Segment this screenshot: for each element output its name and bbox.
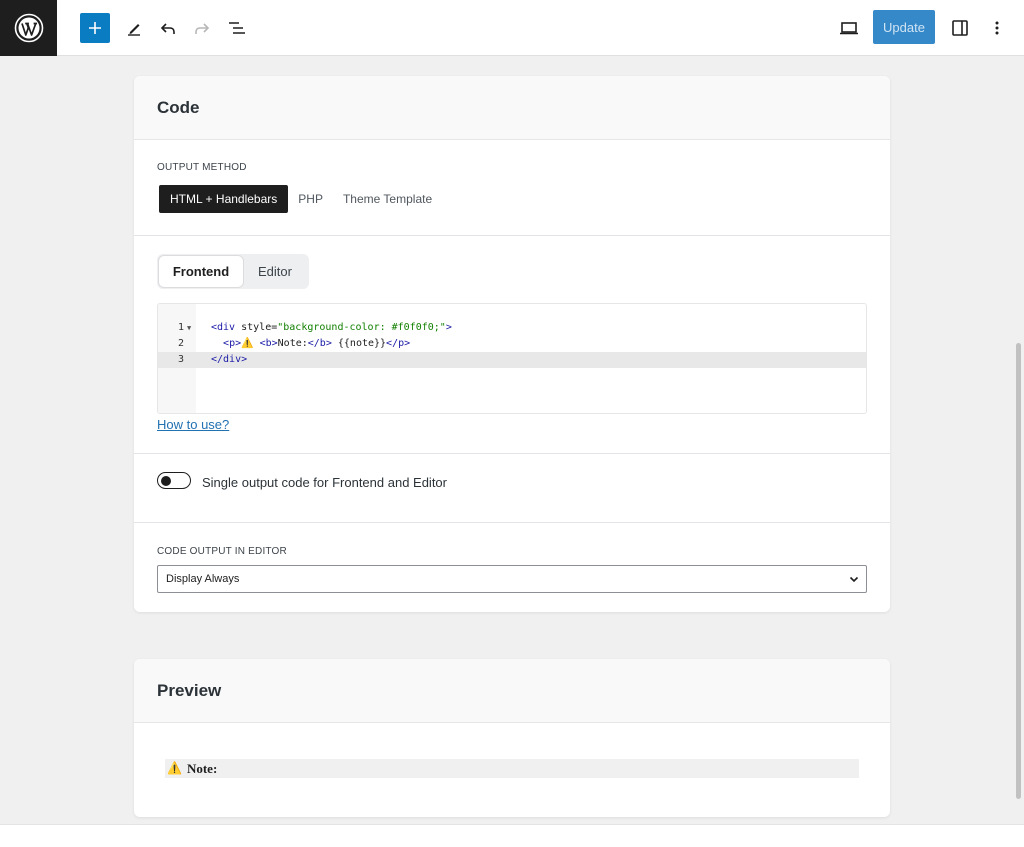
note-label: Note: [186, 760, 218, 776]
code-editor[interactable]: 1 ▼ <div style="background-color: #f0f0f0;… [157, 303, 867, 414]
toggle-knob [161, 475, 171, 486]
single-output-toggle[interactable] [157, 472, 191, 489]
output-method-label: OUTPUT METHOD [157, 162, 247, 173]
redo-button[interactable] [187, 13, 217, 43]
code-line: 2 <p>⚠️ <b>Note:</b> {{note}}</p> [158, 336, 866, 352]
scrollbar[interactable] [1016, 343, 1021, 799]
output-method-php[interactable]: PHP [288, 185, 333, 213]
redo-icon [195, 23, 210, 34]
preview-output: ⚠️ Note: [165, 759, 859, 778]
update-button[interactable]: Update [873, 10, 935, 44]
plus-icon [89, 22, 101, 34]
code-output-value: Display Always [166, 573, 240, 585]
pencil-icon [128, 24, 140, 36]
how-to-use-link[interactable]: How to use? [157, 417, 229, 432]
chevron-down-icon [849, 576, 859, 583]
add-block-button[interactable] [80, 13, 110, 43]
single-output-label: Single output code for Frontend and Edit… [202, 475, 447, 490]
output-method-html-handlebars[interactable]: HTML + Handlebars [159, 185, 289, 213]
sidebar-panel-icon [952, 20, 968, 36]
code-card-title: Code [134, 76, 890, 140]
code-line: 1 ▼ <div style="background-color: #f0f0f0;… [158, 320, 866, 336]
divider [134, 235, 890, 236]
fold-arrow-icon[interactable]: ▼ [187, 320, 191, 336]
view-tabs: Frontend Editor [157, 254, 309, 289]
wordpress-logo-icon[interactable] [0, 0, 57, 56]
code-output-label: CODE OUTPUT IN EDITOR [157, 546, 287, 557]
preview-card: Preview ⚠️ Note: [134, 659, 890, 817]
settings-button[interactable] [945, 13, 975, 43]
line-number: 2 [177, 338, 184, 349]
output-method-tabs: HTML + Handlebars PHP Theme Template [159, 185, 442, 213]
undo-icon [160, 23, 175, 34]
code-text: </div> [211, 354, 248, 365]
code-text: <p>⚠️ <b>Note:</b> {{note}}</p> [223, 338, 411, 349]
code-card: Code OUTPUT METHOD HTML + Handlebars PHP… [134, 76, 890, 612]
editor-toolbar: Update [0, 0, 1024, 56]
divider [134, 522, 890, 523]
preview-card-title: Preview [134, 659, 890, 723]
options-button[interactable] [982, 13, 1012, 43]
tab-editor[interactable]: Editor [243, 256, 307, 287]
code-line: 3 </div> [158, 352, 866, 368]
preview-button[interactable] [834, 13, 864, 43]
desktop-icon [840, 22, 858, 35]
divider [134, 453, 890, 454]
line-number: 1 [177, 322, 184, 333]
line-number: 3 [177, 354, 184, 365]
output-method-theme-template[interactable]: Theme Template [333, 185, 442, 213]
tools-button[interactable] [119, 13, 149, 43]
warning-icon: ⚠️ [167, 761, 182, 775]
code-output-select[interactable]: Display Always [157, 565, 867, 593]
list-view-icon [229, 22, 245, 34]
list-view-button[interactable] [222, 13, 252, 43]
undo-button[interactable] [153, 13, 183, 43]
tab-frontend[interactable]: Frontend [159, 256, 243, 287]
more-vertical-icon [995, 21, 999, 35]
bottom-bar [0, 824, 1024, 847]
code-text: <div style="background-color: #f0f0f0;"> [211, 322, 452, 333]
